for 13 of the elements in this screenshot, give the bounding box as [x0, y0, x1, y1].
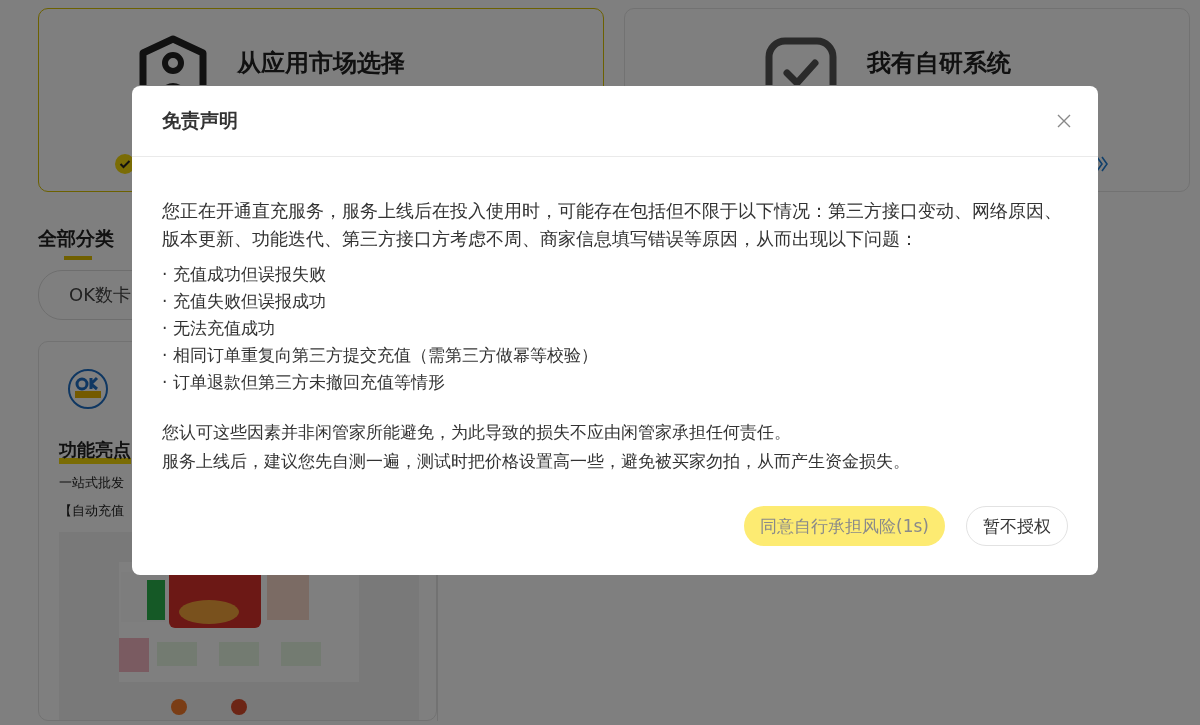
list-item: · 相同订单重复向第三方提交充值（需第三方做幂等校验）	[162, 344, 599, 367]
list-item: · 订单退款但第三方未撤回充值等情形	[162, 371, 446, 394]
list-item: · 充值成功但误报失败	[162, 263, 327, 286]
list-item: · 充值失败但误报成功	[162, 290, 327, 313]
description-text: 【自动充值	[59, 502, 125, 520]
dialog-text: 您正在开通直充服务，服务上线后在投入使用时，可能存在包括但不限于以下情况：第三方接口变动、网络原因、版本更新、功能迭代、第三方接口方考虑不周、商家信息填写错误等原因，从而出现以下问题：	[162, 199, 1063, 251]
description-text: 一站式批发	[59, 474, 125, 492]
option-title: 我有自研系统	[867, 48, 1011, 79]
dialog-text: 您认可这些因素并非闲管家所能避免，为此导致的损失不应由闲管家承担任何责任。	[162, 421, 792, 444]
list-item: · 无法充值成功	[162, 317, 276, 340]
dialog-text: 服务上线后，建议您先自测一遍，测试时把价格设置高一些，避免被买家勿拍，从而产生资金损失。	[162, 450, 911, 473]
option-title: 从应用市场选择	[237, 48, 405, 79]
dialog-title: 免责声明	[162, 108, 238, 133]
